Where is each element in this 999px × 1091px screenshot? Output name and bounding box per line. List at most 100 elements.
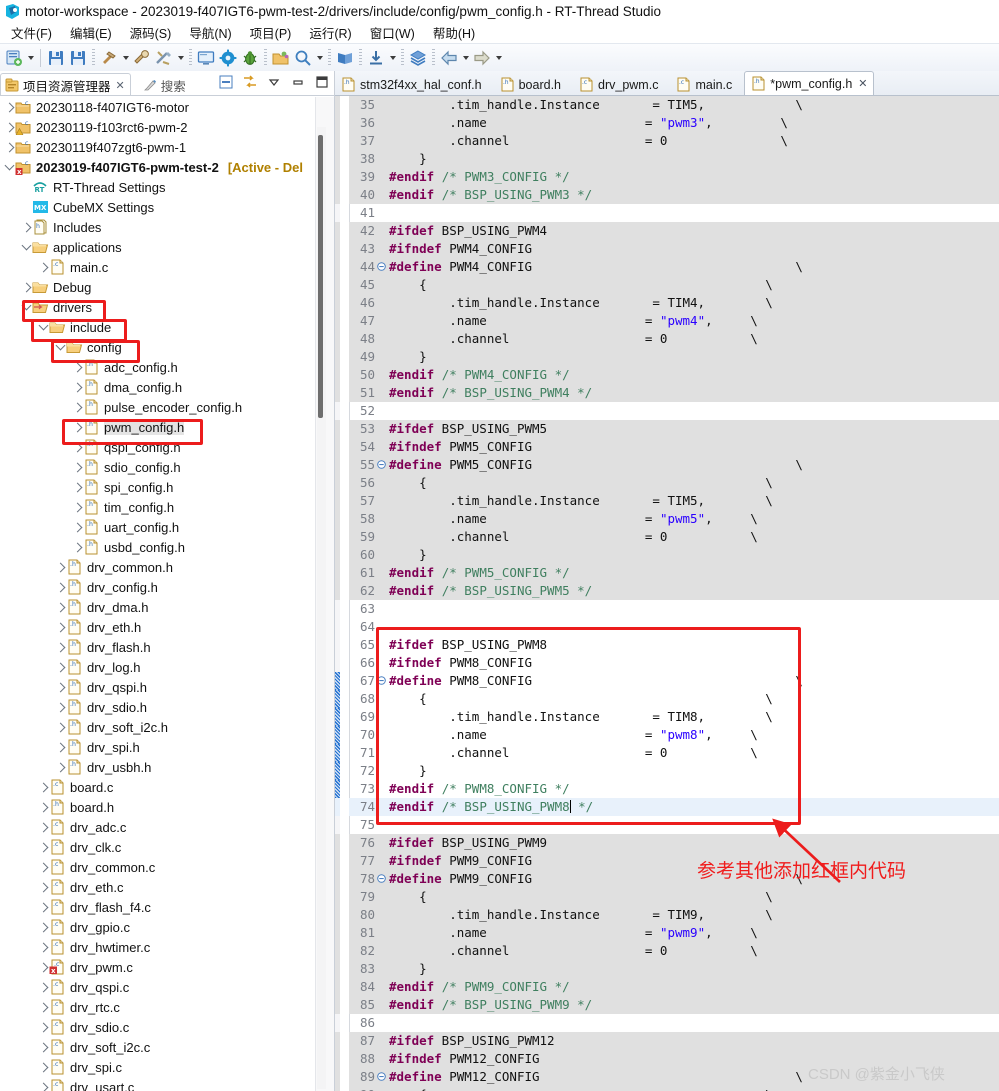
code-line[interactable]: 42 #ifdef BSP_USING_PWM4 bbox=[335, 222, 999, 240]
code-line[interactable]: 62 #endif /* BSP_USING_PWM5 */ bbox=[335, 582, 999, 600]
search-icon[interactable] bbox=[292, 47, 314, 69]
chevron-right-icon[interactable] bbox=[72, 517, 83, 537]
code-line[interactable]: 80 .tim_handle.Instance = TIM9, \ bbox=[335, 906, 999, 924]
editor-tab-stm32f4xx-hal-conf-h[interactable]: .h stm32f4xx_hal_conf.h bbox=[335, 73, 494, 96]
search-dropdown-arrow-icon[interactable] bbox=[314, 47, 325, 69]
tree-item-project-active[interactable]: c x 2023019-f407IGT6-pwm-test-2 [Active - D… bbox=[0, 157, 334, 177]
chevron-down-icon[interactable] bbox=[55, 337, 66, 357]
chevron-right-icon[interactable] bbox=[38, 1017, 49, 1037]
tree-item-drv-common-c[interactable]: .c drv_common.c bbox=[0, 857, 334, 877]
chevron-right-icon[interactable] bbox=[55, 617, 66, 637]
tree-item-debug[interactable]: Debug bbox=[0, 277, 334, 297]
chevron-right-icon[interactable] bbox=[38, 997, 49, 1017]
tree-item-drv-pwm-c[interactable]: .c x drv_pwm.c bbox=[0, 957, 334, 977]
download-dropdown-arrow-icon[interactable] bbox=[387, 47, 398, 69]
tree-item-project-1[interactable]: c 20230118-f407IGT6-motor bbox=[0, 97, 334, 117]
chevron-down-icon[interactable] bbox=[4, 157, 15, 177]
code-line[interactable]: 59 .channel = 0 \ bbox=[335, 528, 999, 546]
code-line[interactable]: 51 #endif /* BSP_USING_PWM4 */ bbox=[335, 384, 999, 402]
tree-item-drv-spi-h[interactable]: .h drv_spi.h bbox=[0, 737, 334, 757]
new-project-icon[interactable] bbox=[3, 47, 25, 69]
tree-item-drv-sdio-h[interactable]: .h drv_sdio.h bbox=[0, 697, 334, 717]
code-line[interactable]: 76 #ifdef BSP_USING_PWM9 bbox=[335, 834, 999, 852]
chevron-right-icon[interactable] bbox=[55, 657, 66, 677]
menu-run[interactable]: 运行(R) bbox=[300, 21, 360, 44]
tree-item-main-c[interactable]: .c main.c bbox=[0, 257, 334, 277]
code-line[interactable]: 56 { \ bbox=[335, 474, 999, 492]
code-line[interactable]: 43 #ifndef PWM4_CONFIG bbox=[335, 240, 999, 258]
code-line[interactable]: 40 #endif /* BSP_USING_PWM3 */ bbox=[335, 186, 999, 204]
code-line[interactable]: 55 #define PWM5_CONFIG \ bbox=[335, 456, 999, 474]
chevron-right-icon[interactable] bbox=[55, 577, 66, 597]
tree-item-drivers[interactable]: drivers bbox=[0, 297, 334, 317]
maximize-view-icon[interactable] bbox=[314, 74, 330, 90]
build-hammer-icon[interactable] bbox=[98, 47, 120, 69]
tree-item-drv-qspi-h[interactable]: .h drv_qspi.h bbox=[0, 677, 334, 697]
code-line[interactable]: 41 bbox=[335, 204, 999, 222]
layers-icon[interactable] bbox=[407, 47, 429, 69]
tree-item-includes[interactable]: h Includes bbox=[0, 217, 334, 237]
code-line[interactable]: 67 #define PWM8_CONFIG \ bbox=[335, 672, 999, 690]
code-line[interactable]: 86 bbox=[335, 1014, 999, 1032]
back-arrow-dropdown-arrow-icon[interactable] bbox=[460, 47, 471, 69]
fold-collapse-icon[interactable] bbox=[376, 1068, 386, 1086]
tree-item-drv-usbh-h[interactable]: .h drv_usbh.h bbox=[0, 757, 334, 777]
chevron-right-icon[interactable] bbox=[72, 477, 83, 497]
chevron-right-icon[interactable] bbox=[72, 417, 83, 437]
tree-item-drv-flash-h[interactable]: .h drv_flash.h bbox=[0, 637, 334, 657]
chevron-right-icon[interactable] bbox=[55, 697, 66, 717]
code-line[interactable]: 69 .tim_handle.Instance = TIM8, \ bbox=[335, 708, 999, 726]
tree-item-drv-flash-f4-c[interactable]: .c drv_flash_f4.c bbox=[0, 897, 334, 917]
tree-item-board-h[interactable]: .h board.h bbox=[0, 797, 334, 817]
forward-arrow-dropdown-arrow-icon[interactable] bbox=[493, 47, 504, 69]
chevron-right-icon[interactable] bbox=[38, 877, 49, 897]
chevron-right-icon[interactable] bbox=[55, 757, 66, 777]
tree-item-project-3[interactable]: c 20230119f407zgt6-pwm-1 bbox=[0, 137, 334, 157]
code-line[interactable]: 82 .channel = 0 \ bbox=[335, 942, 999, 960]
code-line[interactable]: 50 #endif /* PWM4_CONFIG */ bbox=[335, 366, 999, 384]
code-line[interactable]: 45 { \ bbox=[335, 276, 999, 294]
code-line[interactable]: 63 bbox=[335, 600, 999, 618]
tree-item-drv-usart-c[interactable]: .c drv_usart.c bbox=[0, 1077, 334, 1091]
menu-help[interactable]: 帮助(H) bbox=[424, 21, 484, 44]
code-line[interactable]: 68 { \ bbox=[335, 690, 999, 708]
code-line[interactable]: 66 #ifndef PWM8_CONFIG bbox=[335, 654, 999, 672]
tree-item-pulse-encoder-config-h[interactable]: .h pulse_encoder_config.h bbox=[0, 397, 334, 417]
code-line[interactable]: 73 #endif /* PWM8_CONFIG */ bbox=[335, 780, 999, 798]
code-line[interactable]: 60 } bbox=[335, 546, 999, 564]
save-icon[interactable] bbox=[45, 47, 67, 69]
tree-item-tim-config-h[interactable]: .h tim_config.h bbox=[0, 497, 334, 517]
chevron-right-icon[interactable] bbox=[38, 957, 49, 977]
tree-scrollbar[interactable] bbox=[317, 127, 326, 1089]
tree-item-adc-config-h[interactable]: .h adc_config.h bbox=[0, 357, 334, 377]
chevron-right-icon[interactable] bbox=[4, 97, 15, 117]
view-menu-icon[interactable] bbox=[266, 74, 282, 90]
settings-gear-icon[interactable] bbox=[217, 47, 239, 69]
chevron-down-icon[interactable] bbox=[21, 297, 32, 317]
tree-item-project-2[interactable]: c 20230119-f103rct6-pwm-2 bbox=[0, 117, 334, 137]
code-line[interactable]: 61 #endif /* PWM5_CONFIG */ bbox=[335, 564, 999, 582]
chevron-right-icon[interactable] bbox=[38, 917, 49, 937]
chevron-right-icon[interactable] bbox=[72, 357, 83, 377]
chevron-down-icon[interactable] bbox=[21, 237, 32, 257]
tree-item-qspi-config-h[interactable]: .h qspi_config.h bbox=[0, 437, 334, 457]
tree-item-drv-config-h[interactable]: .h drv_config.h bbox=[0, 577, 334, 597]
menu-navigate[interactable]: 导航(N) bbox=[180, 21, 240, 44]
tree-scrollbar-thumb[interactable] bbox=[318, 135, 323, 418]
code-line[interactable]: 72 } bbox=[335, 762, 999, 780]
code-line[interactable]: 58 .name = "pwm5", \ bbox=[335, 510, 999, 528]
chevron-right-icon[interactable] bbox=[55, 637, 66, 657]
book-icon[interactable] bbox=[334, 47, 356, 69]
code-line[interactable]: 65 #ifdef BSP_USING_PWM8 bbox=[335, 636, 999, 654]
chevron-right-icon[interactable] bbox=[38, 937, 49, 957]
chevron-right-icon[interactable] bbox=[38, 817, 49, 837]
forward-arrow-icon[interactable] bbox=[471, 47, 493, 69]
tree-scrollbar-track[interactable] bbox=[315, 97, 334, 1091]
chevron-right-icon[interactable] bbox=[21, 277, 32, 297]
tree-item-drv-eth-c[interactable]: .c drv_eth.c bbox=[0, 877, 334, 897]
code-line[interactable]: 57 .tim_handle.Instance = TIM5, \ bbox=[335, 492, 999, 510]
code-line[interactable]: 49 } bbox=[335, 348, 999, 366]
chevron-right-icon[interactable] bbox=[38, 257, 49, 277]
back-arrow-icon[interactable] bbox=[438, 47, 460, 69]
chevron-right-icon[interactable] bbox=[55, 597, 66, 617]
